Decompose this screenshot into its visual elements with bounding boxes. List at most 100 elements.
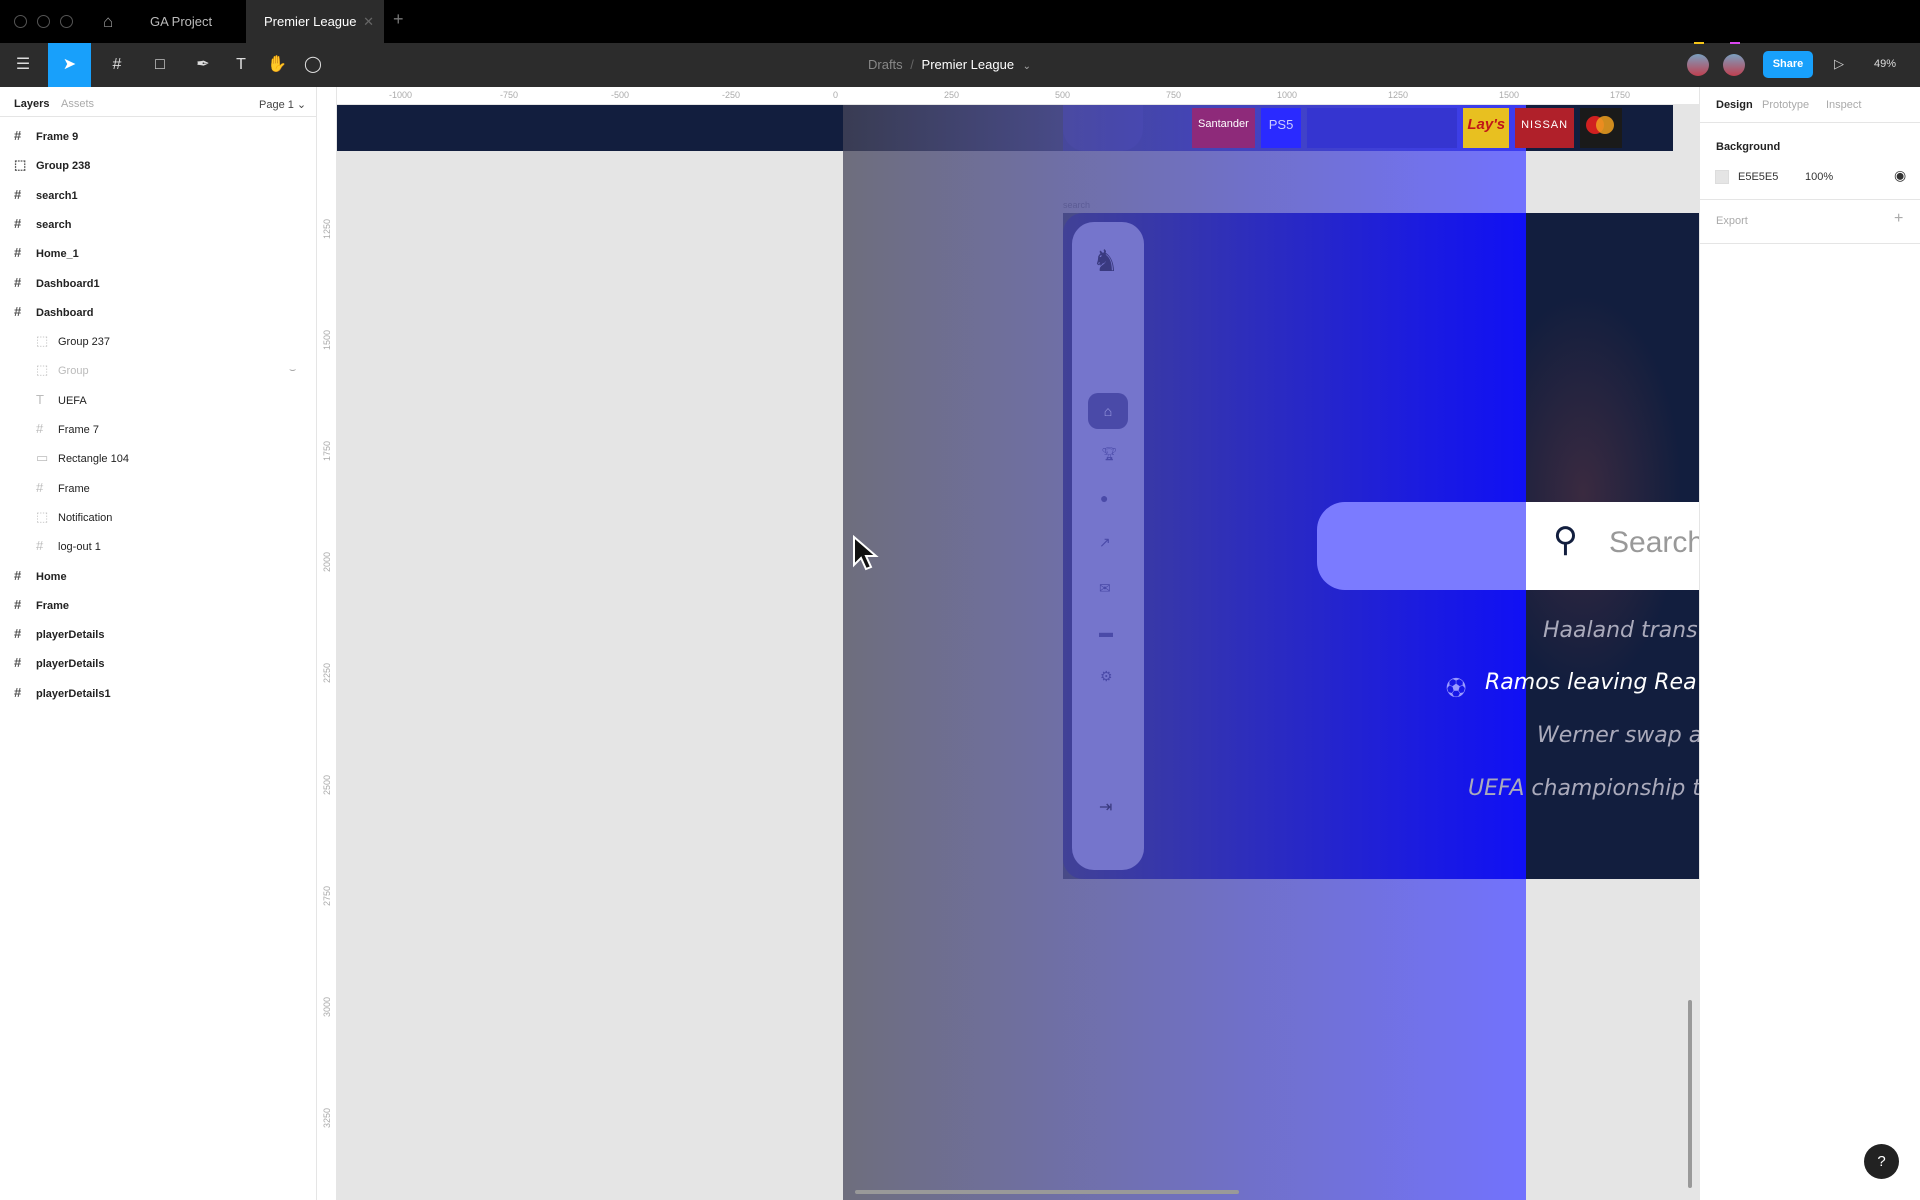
zoom-level[interactable]: 49% xyxy=(1874,58,1896,70)
layer-item[interactable]: # Home xyxy=(14,566,67,586)
close-window-button[interactable] xyxy=(14,15,27,28)
share-button[interactable]: Share xyxy=(1763,51,1813,78)
layer-item[interactable]: # Home_1 xyxy=(14,243,79,263)
layer-item[interactable]: ⬚ Group ⌣ xyxy=(36,360,296,380)
play-icon[interactable]: ▷ xyxy=(1834,56,1844,72)
vertical-scrollbar[interactable] xyxy=(1688,1000,1692,1188)
layer-frame-icon: # xyxy=(14,655,22,671)
layer-item[interactable]: # Frame 7 xyxy=(36,419,99,439)
wallet-icon[interactable]: ▬ xyxy=(1099,624,1113,640)
layer-name: Frame xyxy=(36,599,70,612)
layer-frame-icon: # xyxy=(36,538,44,554)
avatar[interactable] xyxy=(1723,54,1745,76)
tab-inspect[interactable]: Inspect xyxy=(1826,99,1861,111)
layer-name: Group xyxy=(58,365,89,378)
layer-item[interactable]: # Frame xyxy=(36,478,90,498)
home-icon[interactable]: ⌂ xyxy=(1088,393,1128,429)
add-export-icon[interactable]: + xyxy=(1894,210,1903,228)
bg-opacity-input[interactable]: 100% xyxy=(1805,171,1833,183)
properties-panel: Design Prototype Inspect Background E5E5… xyxy=(1699,87,1920,1200)
divider xyxy=(1700,122,1920,123)
tab-prototype[interactable]: Prototype xyxy=(1762,99,1809,111)
layer-item[interactable]: ⬚ Group 238 xyxy=(14,155,90,175)
layer-group-icon: ⬚ xyxy=(36,508,49,524)
layer-item[interactable]: # Frame xyxy=(14,595,69,615)
ruler-tick-label: -1000 xyxy=(389,90,413,100)
move-tool-icon[interactable]: ➤ xyxy=(48,43,91,87)
page-selector[interactable]: Page 1 ⌄ xyxy=(259,98,306,111)
layer-item[interactable]: # search xyxy=(14,214,71,234)
shape-tool-icon[interactable]: □ xyxy=(143,43,177,87)
hand-tool-icon[interactable]: ✋ xyxy=(262,43,292,87)
settings-icon[interactable]: ⚙ xyxy=(1100,668,1113,685)
tab-design[interactable]: Design xyxy=(1716,99,1753,111)
close-tab-icon[interactable]: ✕ xyxy=(363,0,374,43)
layer-item[interactable]: ⬚ Group 237 xyxy=(36,331,110,351)
result-item[interactable]: Haaland trans xyxy=(1543,618,1698,643)
sponsor-logo: Santander xyxy=(1192,108,1255,148)
layer-item[interactable]: ⬚ Notification xyxy=(36,507,112,527)
hidden-eye-icon[interactable]: ⌣ xyxy=(289,360,296,380)
main-menu-icon[interactable]: ☰ xyxy=(6,43,40,87)
text-tool-icon[interactable]: T xyxy=(226,43,256,87)
minimize-window-button[interactable] xyxy=(37,15,50,28)
layer-name: playerDetails xyxy=(36,658,105,671)
ball-icon[interactable]: ● xyxy=(1100,490,1108,506)
layer-name: Dashboard xyxy=(36,306,94,319)
home-icon[interactable]: ⌂ xyxy=(103,12,113,32)
comment-tool-icon[interactable]: ◯ xyxy=(298,43,328,87)
toolbar: ☰ ➤ # □ ✒ T ✋ ◯ Drafts / Premier League … xyxy=(0,42,1920,87)
trending-icon[interactable]: ↗ xyxy=(1099,534,1111,551)
layer-text-icon: T xyxy=(36,391,44,407)
bg-hex-input[interactable]: E5E5E5 xyxy=(1738,171,1778,183)
layer-frame-icon: # xyxy=(14,128,22,143)
ruler-tick-label: 1500 xyxy=(1499,90,1520,100)
breadcrumb-drafts[interactable]: Drafts xyxy=(868,57,903,72)
chevron-down-icon[interactable]: ⌄ xyxy=(1023,61,1031,72)
tab-ga-project[interactable]: GA Project xyxy=(132,0,230,43)
trophy-icon[interactable]: 🏆︎ xyxy=(1101,446,1118,462)
avatar[interactable] xyxy=(1687,54,1709,76)
maximize-window-button[interactable] xyxy=(60,15,73,28)
tab-layers[interactable]: Layers xyxy=(14,98,49,110)
search-icon: ⚲ xyxy=(1553,521,1578,559)
layer-item[interactable]: # playerDetails1 xyxy=(14,683,111,703)
layer-item[interactable]: T UEFA xyxy=(36,390,87,410)
layer-frame-icon: # xyxy=(14,215,22,231)
sponsor-logo: Lay's xyxy=(1463,108,1510,148)
search-input[interactable]: ⚲ Search xyxy=(1317,502,1704,590)
layer-item[interactable]: # Frame 9 xyxy=(14,126,78,146)
ruler-tick-label: -750 xyxy=(500,90,519,100)
layer-name: playerDetails xyxy=(36,629,105,642)
result-item[interactable]: UEFA championship t xyxy=(1468,776,1699,801)
result-item[interactable]: Ramos leaving Rea xyxy=(1485,670,1697,695)
ruler-tick-label: 1750 xyxy=(322,441,332,462)
new-tab-icon[interactable]: + xyxy=(393,9,404,30)
layer-item[interactable]: # Dashboard xyxy=(14,302,93,322)
file-name[interactable]: Premier League xyxy=(922,57,1015,72)
pen-tool-icon[interactable]: ✒ xyxy=(186,43,220,87)
help-button[interactable]: ? xyxy=(1864,1144,1899,1179)
layer-item[interactable]: # playerDetails xyxy=(14,653,104,673)
layer-item[interactable]: ▭ Rectangle 104 xyxy=(36,448,129,468)
horizontal-scrollbar[interactable] xyxy=(855,1190,1239,1194)
nav-sidebar: ♞ ⌂ 🏆︎ ● ↗ ✉ ▬ ⚙ ⇥ xyxy=(1072,222,1144,870)
eye-icon[interactable]: ◉ xyxy=(1894,167,1906,184)
tab-premier-league[interactable]: Premier League ✕ xyxy=(246,0,384,43)
log-out-icon[interactable]: ⇥ xyxy=(1099,797,1112,817)
layer-item[interactable]: # search1 xyxy=(14,185,78,205)
tab-assets[interactable]: Assets xyxy=(61,98,94,110)
mail-icon[interactable]: ✉ xyxy=(1099,580,1111,597)
layer-name: Home xyxy=(36,570,67,583)
color-swatch[interactable] xyxy=(1715,170,1729,184)
layer-frame-icon: # xyxy=(14,596,22,612)
layer-name: Frame 9 xyxy=(36,131,79,143)
result-item[interactable]: Werner swap a xyxy=(1537,723,1699,748)
layer-item[interactable]: # playerDetails xyxy=(14,624,104,644)
layer-item[interactable]: # log-out 1 xyxy=(36,536,101,556)
ruler-tick-label: 2500 xyxy=(322,774,332,795)
breadcrumb-separator: / xyxy=(910,57,914,72)
layer-item[interactable]: # Dashboard1 xyxy=(14,273,100,293)
frame-tool-icon[interactable]: # xyxy=(100,43,134,87)
football-icon: ⚽︎ xyxy=(1446,678,1466,700)
